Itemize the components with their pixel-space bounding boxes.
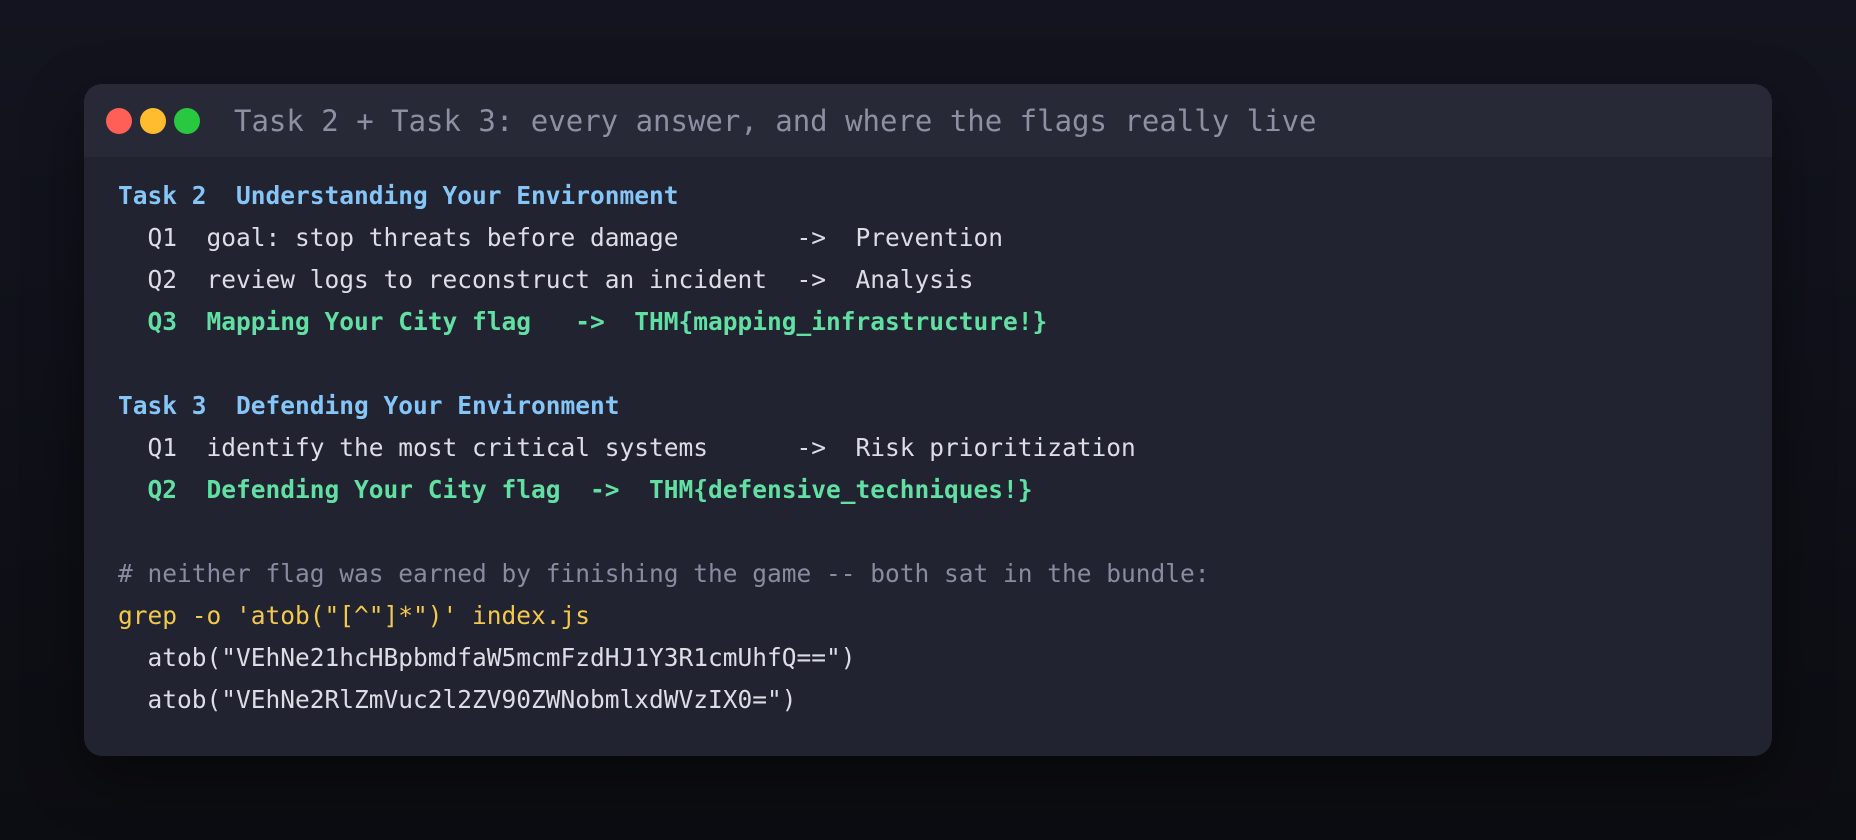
close-window-button[interactable]	[106, 107, 132, 134]
title-bar: Task 2 + Task 3: every answer, and where…	[84, 84, 1772, 157]
minimize-window-button[interactable]	[140, 107, 166, 134]
task3-heading: Task 3 Defending Your Environment	[118, 391, 620, 420]
shell-comment: # neither flag was earned by finishing t…	[118, 559, 1210, 588]
window-title: Task 2 + Task 3: every answer, and where…	[234, 103, 1317, 138]
grep-command: grep -o 'atob("[^"]*")' index.js	[118, 601, 591, 630]
task2-q3-flag: Q3 Mapping Your City flag -> THM{mapping…	[118, 307, 1048, 336]
task2-q1-answer: Q1 goal: stop threats before damage -> P…	[118, 223, 1004, 252]
task2-heading: Task 2 Understanding Your Environment	[118, 181, 679, 210]
terminal-content: Task 2 Understanding Your Environment Q1…	[84, 157, 1772, 721]
terminal-window: Task 2 + Task 3: every answer, and where…	[84, 84, 1772, 756]
command-output-line: atob("VEhNe21hcHBpbmdfaW5mcmFzdHJ1Y3R1cm…	[118, 643, 856, 672]
task3-q1-answer: Q1 identify the most critical systems ->…	[118, 433, 1136, 462]
command-output-line: atob("VEhNe2RlZmVuc2l2ZV90ZWNobmlxdWVzIX…	[118, 685, 797, 714]
maximize-window-button[interactable]	[174, 107, 200, 134]
task2-q2-answer: Q2 review logs to reconstruct an inciden…	[118, 265, 974, 294]
task3-q2-flag: Q2 Defending Your City flag -> THM{defen…	[118, 475, 1033, 504]
